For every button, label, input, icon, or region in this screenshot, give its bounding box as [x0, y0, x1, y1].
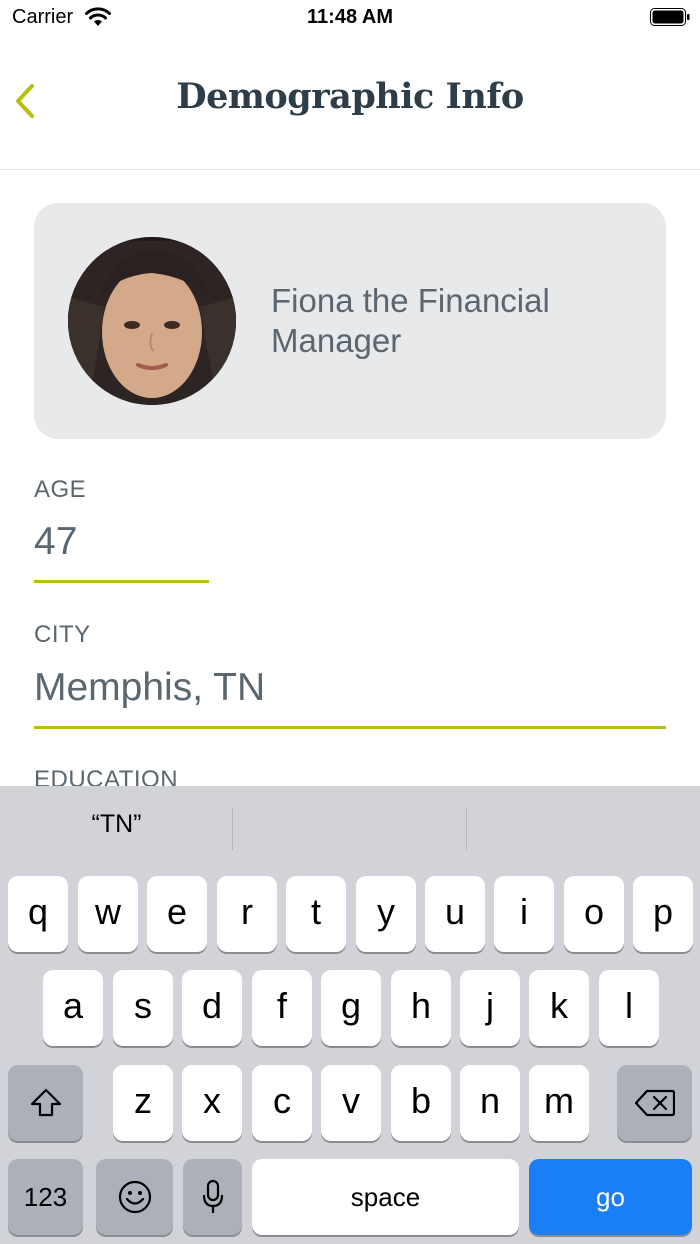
key-m[interactable]: m [529, 1065, 589, 1141]
key-c[interactable]: c [252, 1065, 312, 1141]
key-a[interactable]: a [43, 970, 103, 1046]
persona-name: Fiona the Financial Manager [271, 282, 550, 359]
key-t[interactable]: t [286, 876, 346, 952]
emoji-key[interactable] [96, 1159, 173, 1235]
key-r[interactable]: r [217, 876, 277, 952]
key-o[interactable]: o [564, 876, 624, 952]
key-y[interactable]: y [356, 876, 416, 952]
page-title: Demographic Info [176, 76, 524, 117]
key-h[interactable]: h [391, 970, 451, 1046]
city-input[interactable]: Memphis, TN [34, 666, 666, 710]
delete-key[interactable] [617, 1065, 692, 1141]
microphone-icon [202, 1179, 223, 1213]
shift-icon [30, 1088, 61, 1117]
avatar [68, 237, 236, 405]
key-e[interactable]: e [147, 876, 207, 952]
suggestion-1[interactable]: “TN” [0, 810, 233, 839]
numbers-key[interactable]: 123 [8, 1159, 83, 1235]
shift-key[interactable] [8, 1065, 83, 1141]
profile-card: Fiona the Financial Manager [34, 203, 666, 439]
key-k[interactable]: k [529, 970, 589, 1046]
space-key[interactable]: space [252, 1159, 519, 1235]
key-f[interactable]: f [252, 970, 312, 1046]
key-x[interactable]: x [182, 1065, 242, 1141]
city-underline [34, 726, 666, 729]
status-bar: Carrier 11:48 AM [0, 0, 700, 40]
key-z[interactable]: z [113, 1065, 173, 1141]
backspace-icon [634, 1089, 675, 1117]
key-w[interactable]: w [78, 876, 138, 952]
battery-icon [650, 8, 690, 26]
key-i[interactable]: i [494, 876, 554, 952]
key-b[interactable]: b [391, 1065, 451, 1141]
emoji-icon [118, 1180, 151, 1214]
avatar-image [68, 237, 236, 405]
keyboard: “TN” q w e r t y u i o p a s d f g h j k… [0, 786, 700, 1244]
key-s[interactable]: s [113, 970, 173, 1046]
key-g[interactable]: g [321, 970, 381, 1046]
key-q[interactable]: q [8, 876, 68, 952]
navigation-bar: Demographic Info [0, 40, 700, 170]
key-n[interactable]: n [460, 1065, 520, 1141]
age-label: AGE [34, 476, 87, 503]
key-d[interactable]: d [182, 970, 242, 1046]
key-j[interactable]: j [460, 970, 520, 1046]
age-underline [34, 580, 209, 583]
key-u[interactable]: u [425, 876, 485, 952]
city-label: CITY [34, 621, 91, 648]
clock: 11:48 AM [307, 6, 393, 28]
key-p[interactable]: p [633, 876, 693, 952]
suggestion-bar: “TN” [0, 786, 700, 872]
suggestion-divider [466, 808, 467, 850]
suggestion-divider [232, 808, 233, 850]
dictation-key[interactable] [183, 1159, 242, 1235]
go-key[interactable]: go [529, 1159, 692, 1235]
key-l[interactable]: l [599, 970, 659, 1046]
key-v[interactable]: v [321, 1065, 381, 1141]
age-input[interactable]: 47 [34, 520, 209, 564]
